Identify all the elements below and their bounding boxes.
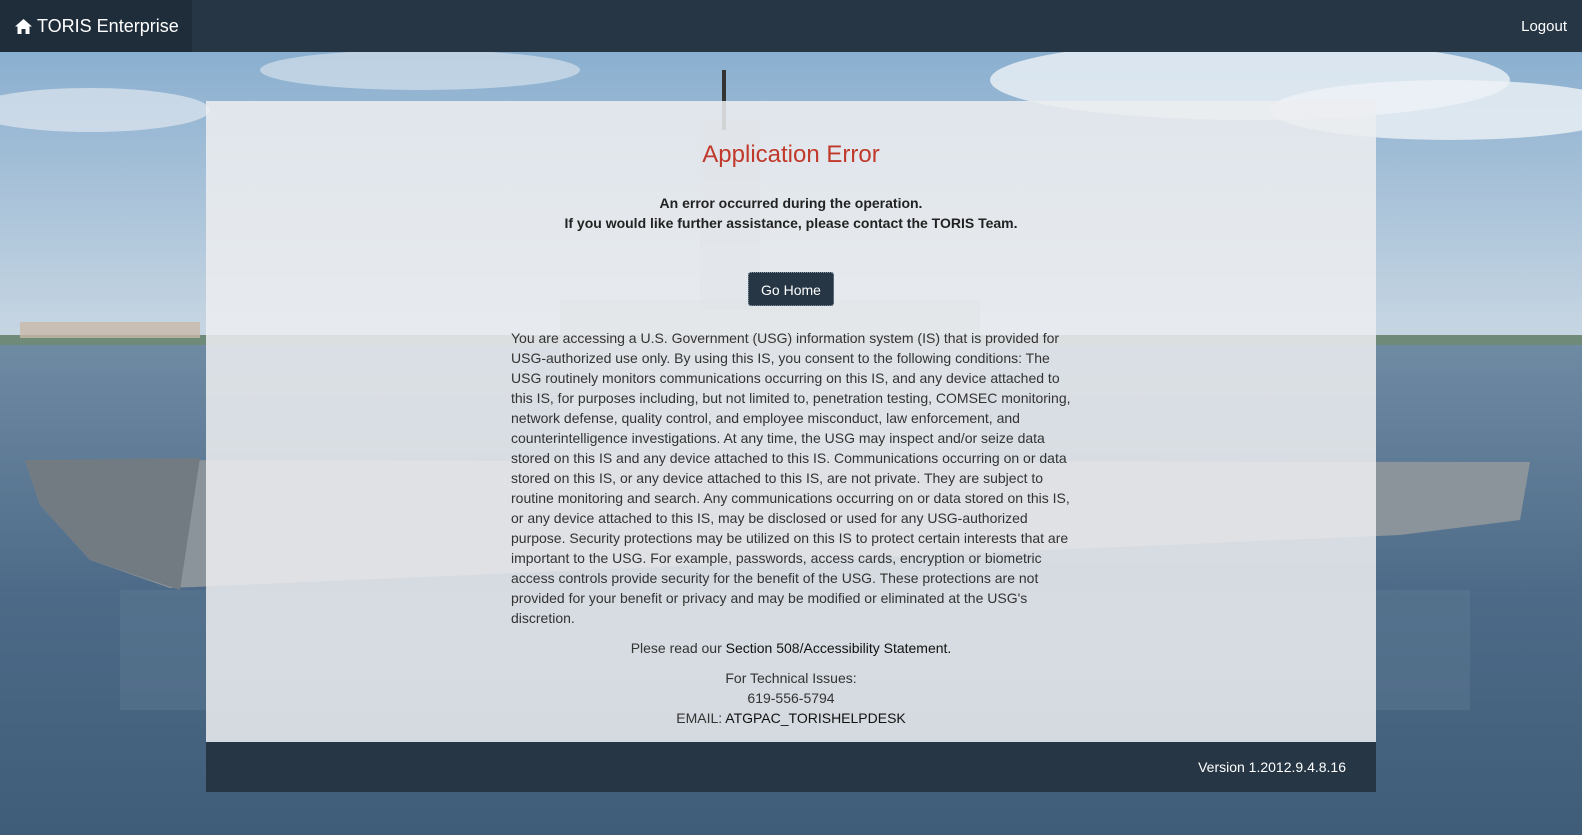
logout-link[interactable]: Logout: [1521, 0, 1567, 52]
content-inner: Application Error An error occurred duri…: [511, 141, 1071, 728]
error-message: An error occurred during the operation. …: [511, 193, 1071, 233]
home-icon: [15, 18, 32, 34]
tech-heading: For Technical Issues:: [725, 670, 857, 686]
page-title: Application Error: [702, 141, 880, 168]
go-home-button[interactable]: Go Home: [748, 272, 834, 306]
top-navbar: TORIS Enterprise Logout: [0, 0, 1582, 52]
content-panel: Application Error An error occurred duri…: [206, 101, 1376, 742]
helpdesk-email-link[interactable]: ATGPAC_TORISHELPDESK: [725, 710, 906, 726]
tech-support: For Technical Issues: 619-556-5794 EMAIL…: [511, 668, 1071, 728]
tech-email-line: EMAIL: ATGPAC_TORISHELPDESK: [511, 708, 1071, 728]
version-label: Version 1.2012.9.4.8.16: [1198, 759, 1346, 775]
brand-link[interactable]: TORIS Enterprise: [0, 0, 192, 52]
error-line-2: If you would like further assistance, pl…: [564, 215, 1018, 231]
tech-phone: 619-556-5794: [747, 690, 835, 706]
accessibility-line: Plese read our Section 508/Accessibility…: [511, 638, 1071, 658]
brand-label: TORIS Enterprise: [37, 15, 179, 36]
accessibility-statement-link[interactable]: Section 508/Accessibility Statement.: [726, 640, 952, 656]
email-prefix: EMAIL:: [676, 710, 723, 726]
error-line-1: An error occurred during the operation.: [659, 195, 923, 211]
page-footer: Version 1.2012.9.4.8.16: [206, 742, 1376, 792]
accessibility-prefix: Plese read our: [630, 640, 722, 656]
usg-notice: You are accessing a U.S. Government (USG…: [511, 330, 1071, 626]
